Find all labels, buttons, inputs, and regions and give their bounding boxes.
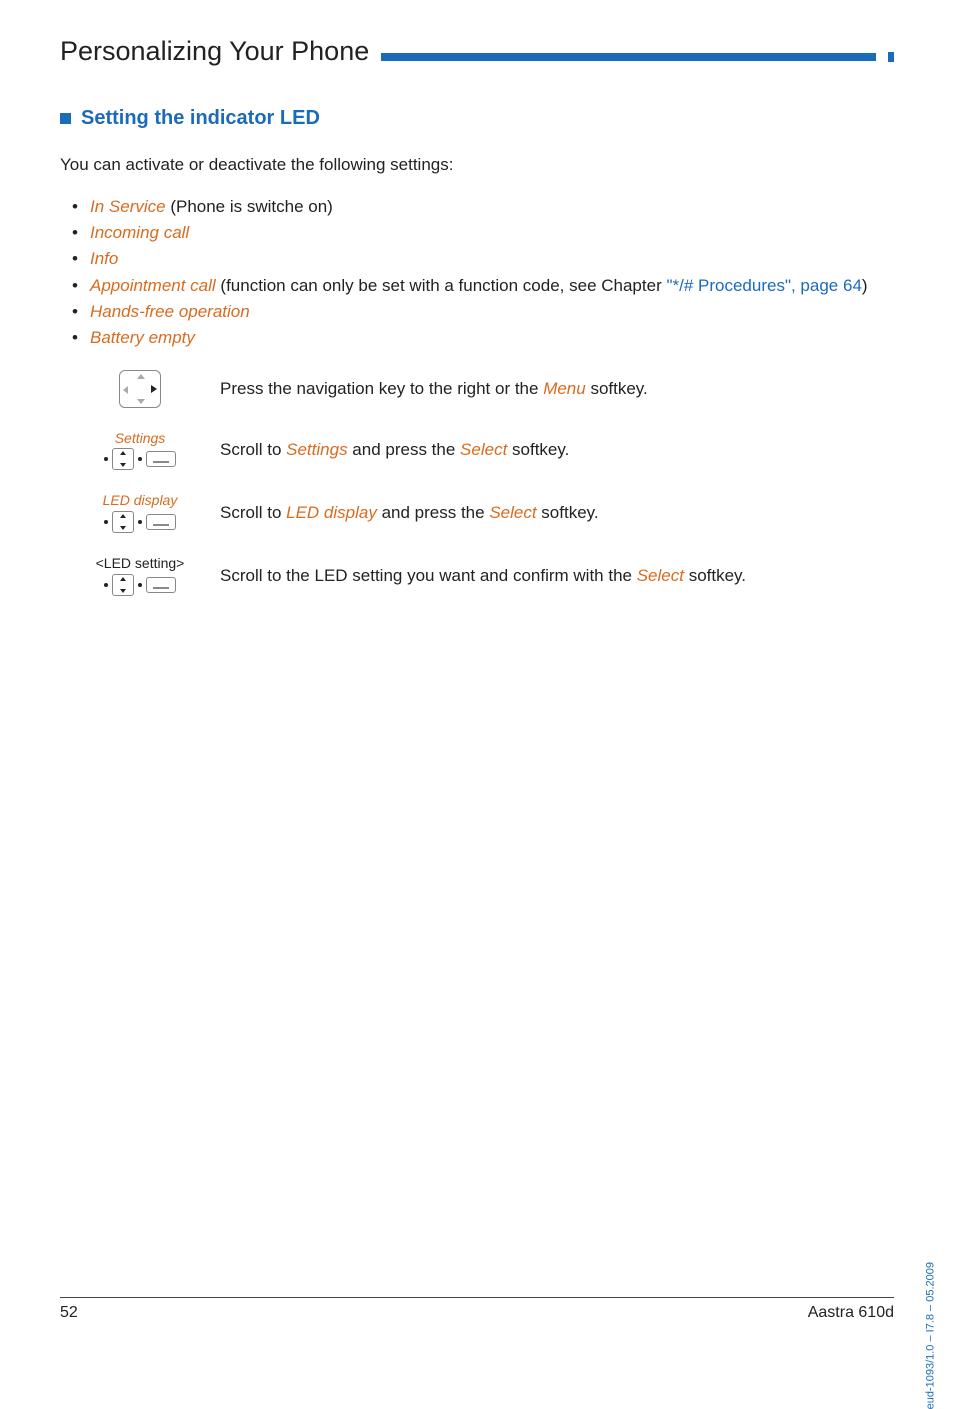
dot-icon — [138, 583, 142, 587]
list-item: Battery empty — [60, 325, 894, 351]
page-number: 52 — [60, 1304, 78, 1322]
step-caption: <LED setting> — [96, 555, 185, 572]
step-text-part: Press the navigation key to the right or… — [220, 379, 543, 398]
section-heading-text: Setting the indicator LED — [81, 107, 320, 130]
step-row: LED display Scroll to LED display and pr… — [60, 492, 894, 533]
cross-ref-text: , page — [791, 276, 843, 295]
step-icon-col: <LED setting> — [60, 555, 220, 596]
list-item-term: Info — [90, 249, 118, 268]
step-text-part: Scroll to the LED setting you want and c… — [220, 566, 637, 585]
softkey-icon — [146, 514, 176, 530]
step-row: Press the navigation key to the right or… — [60, 370, 894, 408]
step-text-orange: Menu — [543, 379, 586, 398]
step-text-part: Scroll to — [220, 503, 286, 522]
updown-key-icon — [112, 448, 134, 470]
step-text-orange: Select — [460, 440, 507, 459]
step-icon-col — [60, 370, 220, 408]
list-item-term: Hands-free operation — [90, 302, 250, 321]
section-marker-icon — [60, 113, 71, 124]
step-text-part: softkey. — [507, 440, 569, 459]
list-item: Appointment call (function can only be s… — [60, 273, 894, 299]
footer: 52 Aastra 610d — [60, 1297, 894, 1322]
scroll-select-icon — [104, 574, 176, 596]
title-bar-tip — [888, 52, 894, 62]
list-item-term: Battery empty — [90, 328, 195, 347]
section-heading: Setting the indicator LED — [60, 107, 894, 130]
step-text-part: softkey. — [684, 566, 746, 585]
step-text-orange: Settings — [286, 440, 347, 459]
step-caption: Settings — [115, 430, 166, 447]
document-id: eud-1093/1.0 – I7.8 – 05.2009 — [924, 1262, 936, 1409]
updown-key-icon — [112, 511, 134, 533]
list-item-close: ) — [862, 276, 868, 295]
list-item-term: In Service — [90, 197, 166, 216]
list-item-term: Incoming call — [90, 223, 189, 242]
dot-icon — [104, 583, 108, 587]
scroll-select-icon — [104, 448, 176, 470]
page-title: Personalizing Your Phone — [60, 36, 369, 67]
dot-icon — [104, 457, 108, 461]
step-text-part: and press the — [377, 503, 489, 522]
list-item-term: Appointment call — [90, 276, 216, 295]
step-caption: LED display — [103, 492, 178, 509]
title-row: Personalizing Your Phone — [60, 36, 894, 67]
product-name: Aastra 610d — [808, 1304, 894, 1322]
step-text-orange: Select — [489, 503, 536, 522]
step-row: <LED setting> Scroll to the LED setting … — [60, 555, 894, 596]
updown-key-icon — [112, 574, 134, 596]
step-text-part: and press the — [348, 440, 460, 459]
list-item: In Service (Phone is switche on) — [60, 194, 894, 220]
steps: Press the navigation key to the right or… — [60, 370, 894, 596]
step-text-part: Scroll to — [220, 440, 286, 459]
step-row: Settings Scroll to Settings and press th… — [60, 430, 894, 471]
step-text: Scroll to Settings and press the Select … — [220, 437, 894, 463]
section-intro: You can activate or deactivate the follo… — [60, 152, 894, 178]
dot-icon — [138, 457, 142, 461]
step-text: Scroll to LED display and press the Sele… — [220, 500, 894, 526]
settings-list: In Service (Phone is switche on) Incomin… — [60, 194, 894, 352]
list-item: Info — [60, 246, 894, 272]
dot-icon — [138, 520, 142, 524]
step-text: Scroll to the LED setting you want and c… — [220, 563, 894, 589]
scroll-select-icon — [104, 511, 176, 533]
softkey-icon — [146, 577, 176, 593]
list-item-text: (function can only be set with a functio… — [216, 276, 667, 295]
cross-ref-page[interactable]: 64 — [843, 276, 862, 295]
step-text-orange: Select — [637, 566, 684, 585]
dot-icon — [104, 520, 108, 524]
step-text-orange: LED display — [286, 503, 377, 522]
step-icon-col: LED display — [60, 492, 220, 533]
list-item: Hands-free operation — [60, 299, 894, 325]
title-bar — [381, 53, 876, 61]
cross-ref-link[interactable]: "*/# Procedures" — [666, 276, 791, 295]
step-text-part: softkey. — [586, 379, 648, 398]
list-item: Incoming call — [60, 220, 894, 246]
list-item-rest: (Phone is switche on) — [166, 197, 333, 216]
step-text: Press the navigation key to the right or… — [220, 376, 894, 402]
step-icon-col: Settings — [60, 430, 220, 471]
softkey-icon — [146, 451, 176, 467]
navigation-key-icon — [119, 370, 161, 408]
step-text-part: softkey. — [537, 503, 599, 522]
